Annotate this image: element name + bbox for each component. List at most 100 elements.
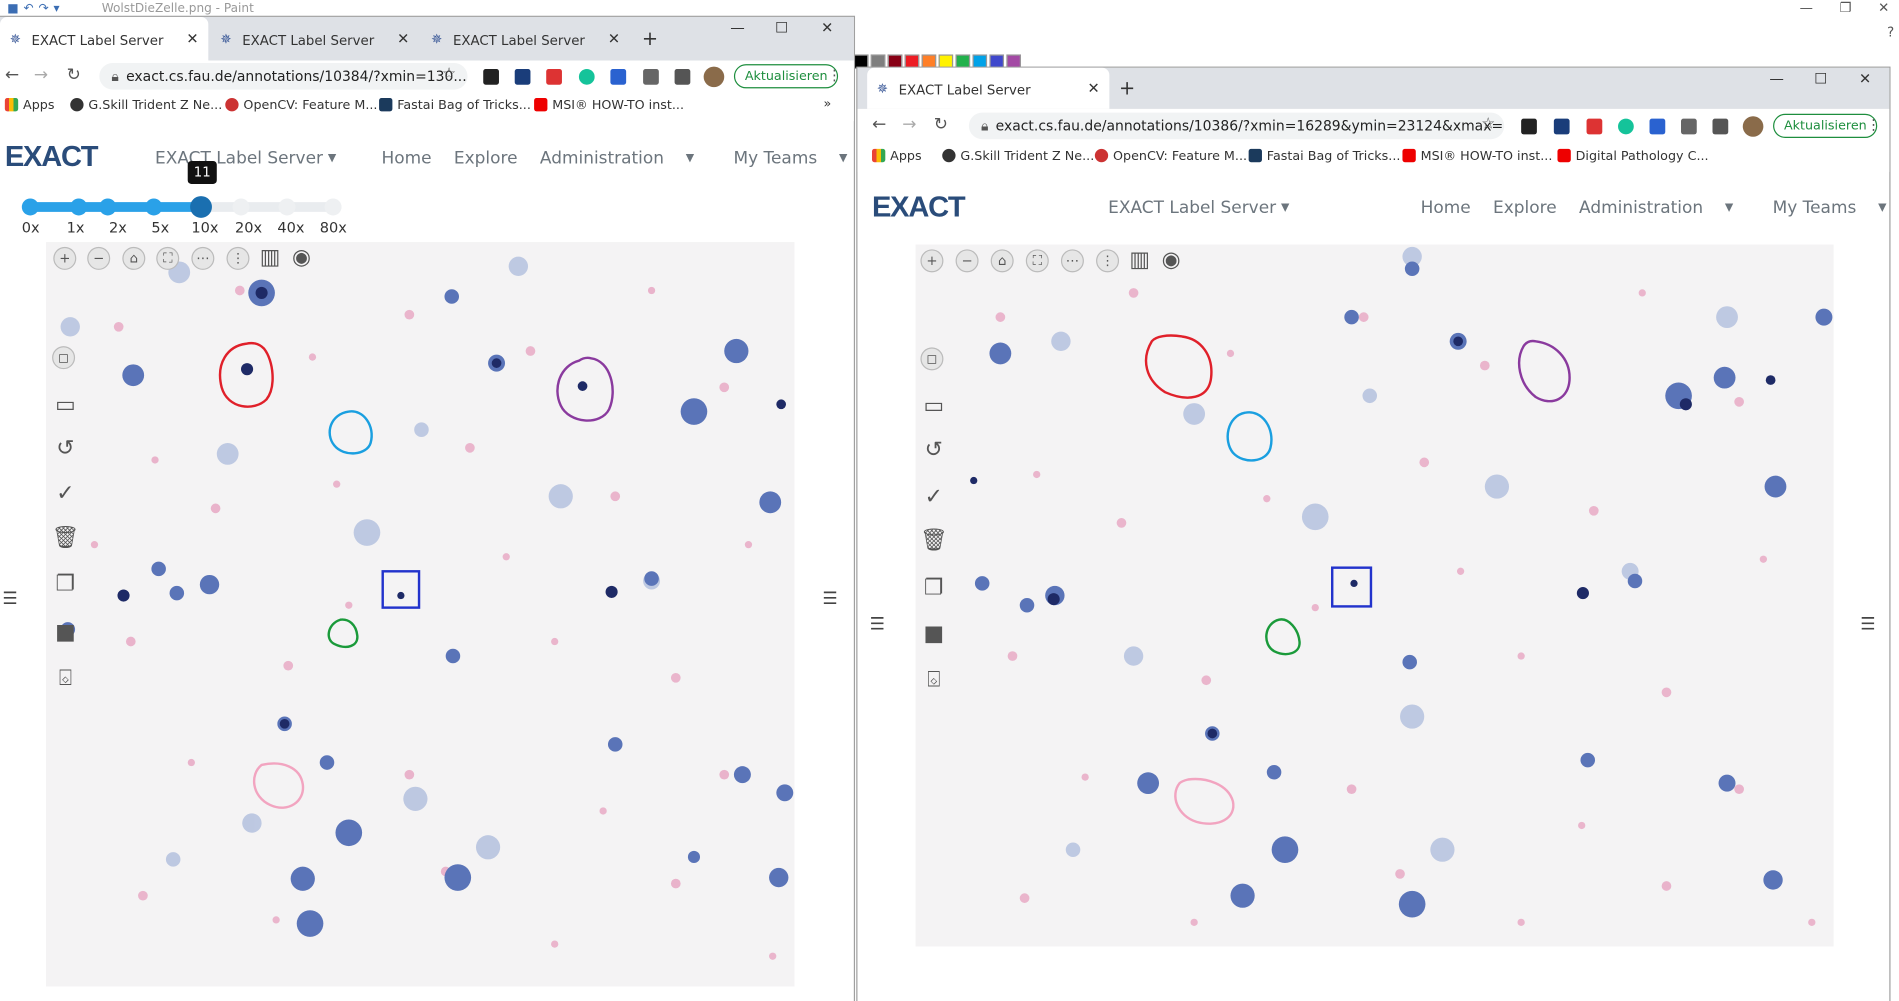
annotation-blue-box[interactable] bbox=[381, 570, 421, 609]
bookmark-msi[interactable]: MSI® HOW-TO inst... bbox=[534, 98, 684, 113]
bookmark-opencv[interactable]: OpenCV: Feature M... bbox=[225, 98, 377, 113]
extension-icon[interactable] bbox=[643, 68, 659, 85]
nav-explore[interactable]: Explore bbox=[1493, 199, 1557, 218]
nav-my-teams[interactable]: My Teams ▼ bbox=[1773, 199, 1899, 218]
restore-icon[interactable]: ❐ bbox=[1840, 0, 1852, 16]
home-icon[interactable]: ⌂ bbox=[122, 246, 146, 270]
right-sidebar-toggle-icon[interactable]: ☰ bbox=[822, 589, 837, 608]
kebab-menu-icon[interactable]: ⋮ bbox=[827, 67, 842, 84]
profile-avatar[interactable] bbox=[1742, 116, 1764, 137]
annotation-cyan[interactable] bbox=[1226, 411, 1273, 462]
annotation-green[interactable] bbox=[1265, 618, 1301, 656]
help-icon[interactable]: ? bbox=[1887, 24, 1894, 40]
check-icon[interactable]: ✓ bbox=[50, 478, 81, 509]
nav-home[interactable]: Home bbox=[1421, 199, 1471, 218]
bookmark-gskill[interactable]: G.Skill Trident Z Ne... bbox=[70, 98, 222, 113]
exact-logo[interactable]: EXACT bbox=[872, 191, 966, 225]
puzzle-icon[interactable] bbox=[674, 68, 691, 85]
server-menu[interactable]: EXACT Label Server ▼ bbox=[1108, 199, 1306, 218]
zoom-slider[interactable]: 11 0x 1x 2x 5x 10x 20x 40x 80x bbox=[21, 160, 347, 238]
bookmark-star-icon[interactable]: ☆ bbox=[442, 65, 456, 83]
eye-icon[interactable]: ◉ bbox=[286, 242, 317, 273]
tab-exact-3[interactable]: ✵ EXACT Label Server ✕ bbox=[421, 17, 629, 61]
maximize-icon[interactable]: ☐ bbox=[1814, 70, 1827, 87]
more-icon[interactable]: ⋮ bbox=[226, 246, 250, 270]
fullpage-icon[interactable]: ⛶ bbox=[1025, 249, 1049, 273]
forward-icon[interactable]: → bbox=[902, 115, 916, 134]
zoom-out-icon[interactable]: − bbox=[87, 246, 111, 270]
tab-exact[interactable]: ✵ EXACT Label Server ✕ bbox=[867, 67, 1110, 109]
bookmark-apps[interactable]: Apps bbox=[4, 98, 55, 113]
drive-icon[interactable]: ▭ bbox=[918, 391, 949, 422]
close-tab-icon[interactable]: ✕ bbox=[1087, 80, 1099, 97]
layers-icon[interactable]: ■ bbox=[918, 619, 949, 650]
undo-icon[interactable]: ↺ bbox=[50, 433, 81, 464]
annotation-pink[interactable] bbox=[252, 762, 305, 809]
new-tab-icon[interactable]: + bbox=[1119, 76, 1135, 99]
extension-icon[interactable] bbox=[514, 68, 531, 85]
check-icon[interactable]: ✓ bbox=[918, 482, 949, 513]
extension-icon[interactable] bbox=[1586, 118, 1603, 135]
bookmark-gskill[interactable]: G.Skill Trident Z Ne... bbox=[942, 148, 1094, 163]
annotation-blue-box[interactable] bbox=[1330, 566, 1373, 608]
bookmark-star-icon[interactable]: ☆ bbox=[1481, 115, 1495, 133]
bookmark-digital-pathology[interactable]: Digital Pathology C... bbox=[1557, 148, 1709, 163]
extension-icon[interactable] bbox=[1553, 118, 1570, 135]
left-sidebar-toggle-icon[interactable]: ☰ bbox=[2, 589, 17, 608]
close-window-icon[interactable]: ✕ bbox=[1859, 70, 1871, 87]
close-tab-icon[interactable]: ✕ bbox=[186, 30, 198, 47]
map-icon[interactable]: ▥ bbox=[254, 242, 285, 273]
extension-icon[interactable] bbox=[610, 68, 627, 85]
zoom-step-2x[interactable] bbox=[99, 198, 117, 216]
trash-icon[interactable]: 🗑︎ bbox=[918, 525, 949, 556]
ruler-icon[interactable]: ⋯ bbox=[191, 246, 215, 270]
trash-icon[interactable]: 🗑︎ bbox=[50, 523, 81, 554]
update-button[interactable]: Aktualisieren bbox=[733, 64, 839, 89]
home-icon[interactable]: ⌂ bbox=[990, 249, 1014, 273]
update-button[interactable]: Aktualisieren bbox=[1773, 113, 1878, 138]
minimize-icon[interactable]: — bbox=[730, 19, 745, 36]
zoom-step-0x[interactable] bbox=[21, 198, 39, 216]
nav-my-teams[interactable]: My Teams ▼ bbox=[733, 149, 864, 168]
server-menu[interactable]: EXACT Label Server ▼ bbox=[155, 149, 353, 168]
undo-icon[interactable]: ↺ bbox=[918, 435, 949, 466]
reload-icon[interactable]: ↻ bbox=[934, 115, 948, 134]
kebab-menu-icon[interactable]: ⋮ bbox=[1866, 116, 1881, 133]
slide-viewer[interactable]: + − ⌂ ⛶ ⋯ ⋮ ▥ ◉ ◻ ▭ ↺ ✓ 🗑︎ ❐ ■ ⌺ bbox=[46, 242, 795, 987]
address-bar[interactable]: 🔒︎ exact.cs.fau.de/annotations/10386/?xmi… bbox=[968, 112, 1505, 140]
drive-icon[interactable]: ▭ bbox=[50, 390, 81, 421]
extension-icon[interactable] bbox=[483, 68, 499, 85]
eye-icon[interactable]: ◉ bbox=[1155, 245, 1186, 276]
zoom-in-icon[interactable]: + bbox=[53, 246, 77, 270]
extension-icon[interactable] bbox=[1521, 118, 1537, 135]
annotation-purple[interactable] bbox=[1517, 339, 1571, 403]
close-icon[interactable]: ✕ bbox=[1878, 0, 1889, 16]
annotation-pink[interactable] bbox=[1174, 777, 1235, 825]
annotation-red[interactable] bbox=[1144, 334, 1213, 399]
bookmark-fastai[interactable]: Fastai Bag of Tricks... bbox=[1248, 148, 1400, 163]
new-tab-icon[interactable]: + bbox=[642, 27, 658, 50]
basket-icon[interactable]: ⌺ bbox=[918, 665, 949, 696]
left-sidebar-toggle-icon[interactable]: ☰ bbox=[870, 615, 885, 634]
extension-icon[interactable] bbox=[578, 68, 595, 85]
extension-icon[interactable] bbox=[1649, 118, 1666, 135]
nav-explore[interactable]: Explore bbox=[454, 149, 518, 168]
map-icon[interactable]: ▥ bbox=[1124, 245, 1155, 276]
back-icon[interactable]: ← bbox=[872, 115, 886, 134]
bookmark-fastai[interactable]: Fastai Bag of Tricks... bbox=[379, 98, 531, 113]
layers-icon[interactable]: ■ bbox=[50, 617, 81, 648]
close-tab-icon[interactable]: ✕ bbox=[397, 30, 409, 47]
tab-exact-2[interactable]: ✵ EXACT Label Server ✕ bbox=[211, 17, 419, 61]
forward-icon[interactable]: → bbox=[34, 65, 48, 84]
minimize-icon[interactable]: — bbox=[1800, 0, 1813, 16]
fullpage-icon[interactable]: ⛶ bbox=[156, 246, 180, 270]
zoom-slider-handle[interactable] bbox=[190, 196, 212, 218]
minimize-icon[interactable]: — bbox=[1769, 70, 1784, 87]
copy-icon[interactable]: ❐ bbox=[50, 569, 81, 600]
right-sidebar-toggle-icon[interactable]: ☰ bbox=[1860, 615, 1875, 634]
ruler-icon[interactable]: ⋯ bbox=[1060, 249, 1084, 273]
zoom-out-icon[interactable]: − bbox=[955, 249, 979, 273]
reload-icon[interactable]: ↻ bbox=[67, 65, 81, 84]
zoom-in-icon[interactable]: + bbox=[920, 249, 944, 273]
close-window-icon[interactable]: ✕ bbox=[821, 19, 833, 36]
